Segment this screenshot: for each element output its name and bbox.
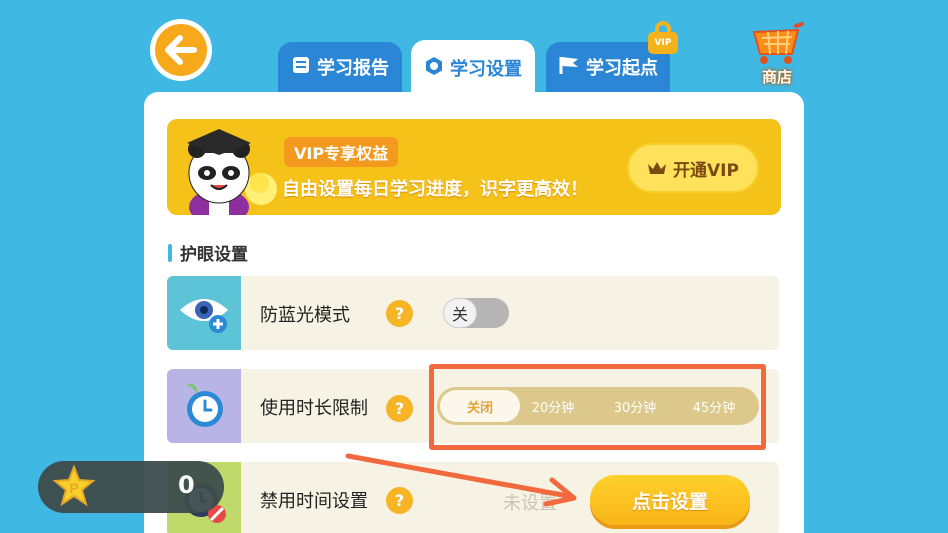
section-marker	[168, 243, 172, 262]
tab-learning-settings[interactable]: 学习设置	[411, 40, 535, 96]
coin-count: 0	[178, 471, 195, 499]
coin-counter: P 0	[38, 461, 224, 513]
vip-banner: VIP专享权益 自由设置每日学习进度，识字更高效！ 开通VIP	[167, 119, 781, 215]
book-icon	[291, 55, 311, 80]
tab-label: 学习报告	[317, 58, 389, 79]
arrow-icon	[345, 453, 577, 507]
flag-icon	[558, 55, 580, 80]
blue-light-label: 防蓝光模式	[260, 305, 350, 326]
eye-icon	[167, 276, 241, 350]
shop-label: 商店	[761, 68, 792, 86]
coin-star-icon: P	[52, 465, 96, 507]
help-icon[interactable]: ?	[386, 395, 413, 422]
vip-lock-icon: VIP	[648, 20, 678, 54]
tab-learning-report[interactable]: 学习报告	[278, 42, 402, 92]
vip-description: 自由设置每日学习进度，识字更高效！	[282, 179, 588, 200]
tab-label: 学习设置	[450, 59, 522, 80]
eye-care-section-title: 护眼设置	[168, 240, 248, 265]
tab-label: 学习起点	[586, 58, 658, 79]
crown-icon	[648, 162, 667, 174]
toggle-knob: 关	[443, 298, 477, 328]
vip-tag: VIP专享权益	[284, 137, 399, 167]
set-disabled-time-button[interactable]: 点击设置	[590, 475, 750, 525]
blue-light-toggle[interactable]: 关	[443, 298, 509, 328]
timer-icon	[167, 369, 241, 443]
open-vip-button[interactable]: 开通VIP	[627, 143, 759, 193]
highlight-box	[429, 364, 766, 450]
gear-icon	[424, 56, 444, 81]
shop-button[interactable]: 商店	[748, 22, 806, 86]
panda-mascot-icon	[187, 129, 277, 215]
open-vip-label: 开通VIP	[673, 160, 739, 181]
help-icon[interactable]: ?	[386, 300, 413, 327]
back-arrow-icon	[155, 24, 207, 76]
blue-light-row: 防蓝光模式 ? 关	[167, 276, 779, 350]
usage-limit-label: 使用时长限制	[260, 398, 368, 419]
cart-icon	[752, 22, 804, 64]
svg-text:P: P	[69, 480, 78, 496]
back-button[interactable]	[150, 19, 212, 81]
